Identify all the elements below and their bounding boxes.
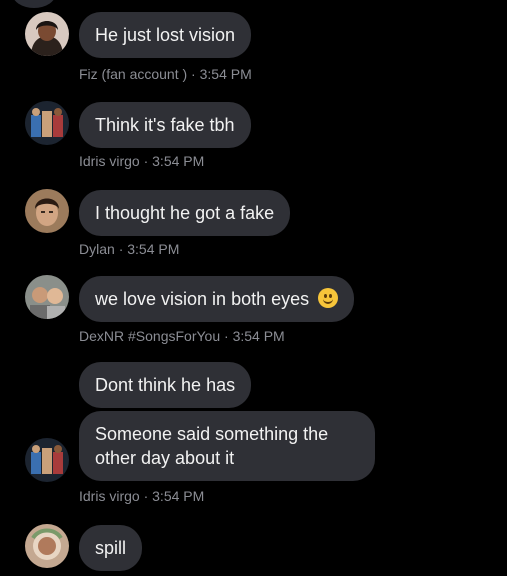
meta-separator: ·: [143, 153, 149, 169]
author-name[interactable]: Idris virgo: [79, 153, 140, 169]
meta-separator: ·: [191, 66, 196, 82]
meta-separator: ·: [118, 241, 124, 257]
message-bubble[interactable]: spill: [79, 525, 143, 571]
author-name[interactable]: Dylan: [79, 241, 115, 257]
message-time: 3:54 PM: [152, 153, 205, 169]
message-time: 3:54 PM: [152, 488, 205, 504]
author-name[interactable]: Idris virgo: [79, 488, 140, 504]
message-text: we love vision in both eyes: [95, 289, 310, 309]
message-bubble[interactable]: He just lost vision: [79, 12, 252, 58]
message-bubble[interactable]: we love vision in both eyes: [79, 276, 355, 322]
message-bubble[interactable]: Dont think he has: [79, 362, 252, 408]
message-meta: Idris virgo · 3:54 PM: [79, 152, 204, 170]
message-time: 3:54 PM: [232, 328, 285, 344]
author-name[interactable]: Fiz (fan account ): [79, 66, 187, 82]
message-meta: Fiz (fan account ) · 3:54 PM: [79, 65, 252, 83]
message-time: 3:54 PM: [199, 66, 252, 82]
message-meta: Dylan · 3:54 PM: [79, 240, 179, 258]
message-bubble[interactable]: Someone said something the other day abo…: [79, 411, 375, 481]
idris-avatar[interactable]: [25, 438, 69, 482]
idris-avatar[interactable]: [25, 101, 69, 145]
fiz-avatar[interactable]: [25, 12, 69, 56]
message-bubble[interactable]: I thought he got a fake: [79, 190, 291, 236]
author-name[interactable]: DexNR #SongsForYou: [79, 328, 220, 344]
message-time: 3:54 PM: [127, 241, 180, 257]
message-bubble[interactable]: Think it's fake tbh: [79, 102, 251, 148]
spill-avatar[interactable]: [25, 524, 69, 568]
message-meta: DexNR #SongsForYou · 3:54 PM: [79, 327, 285, 345]
meta-separator: ·: [224, 328, 229, 344]
slightly-smiling-face-icon: [318, 288, 339, 308]
message-meta: Idris virgo · 3:54 PM: [79, 487, 204, 505]
dylan-avatar[interactable]: [25, 189, 69, 233]
previous-avatar-fragment: [12, 0, 56, 8]
meta-separator: ·: [143, 488, 149, 504]
dex-avatar[interactable]: [25, 275, 69, 319]
